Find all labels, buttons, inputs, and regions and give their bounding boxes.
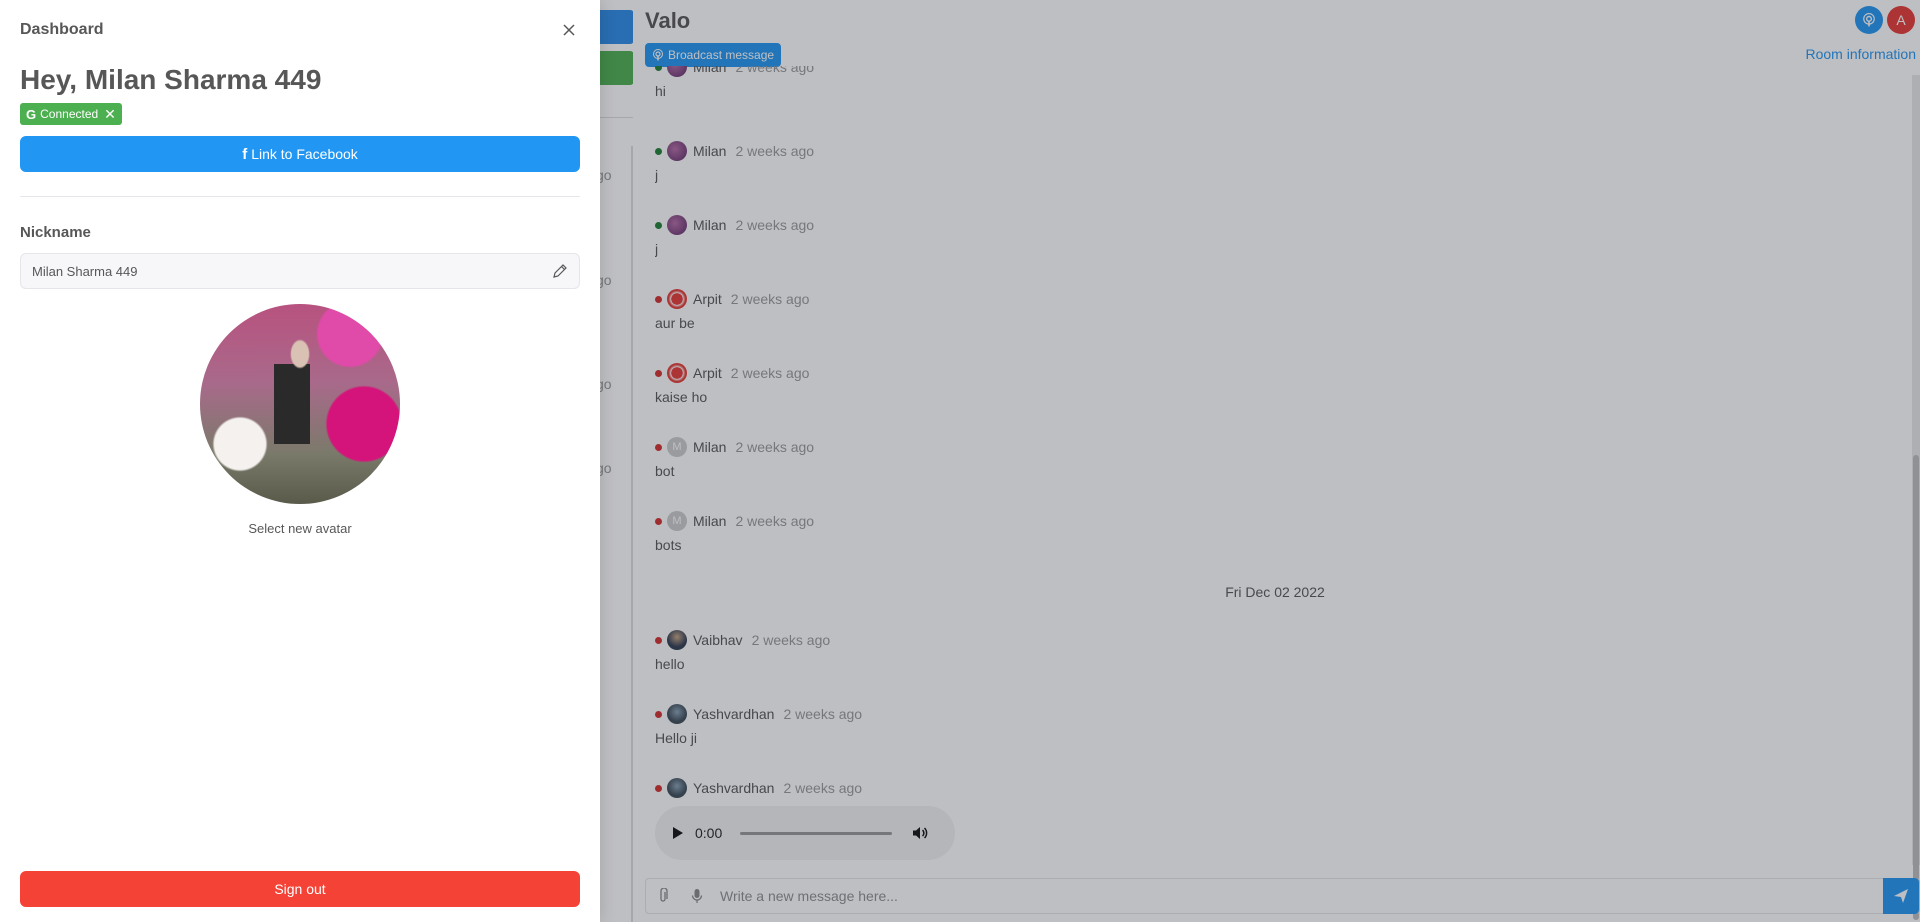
nickname-field[interactable]: Milan Sharma 449: [20, 253, 580, 289]
select-avatar-label[interactable]: Select new avatar: [0, 521, 600, 536]
chat-app: go go go go Valo Broadcast message Room …: [0, 0, 1920, 922]
sign-out-button[interactable]: Sign out: [20, 871, 580, 907]
close-icon[interactable]: [559, 20, 579, 40]
greeting-heading: Hey, Milan Sharma 449: [20, 64, 322, 95]
google-connected-badge: G Connected ✕: [20, 103, 122, 125]
google-icon: G: [26, 106, 37, 122]
edit-icon[interactable]: [552, 263, 568, 279]
divider: [20, 196, 580, 197]
dashboard-drawer: Dashboard Hey, Milan Sharma 449 G Connec…: [0, 0, 600, 922]
profile-avatar[interactable]: [200, 304, 400, 504]
disconnect-icon[interactable]: ✕: [104, 106, 116, 123]
facebook-icon: f: [242, 145, 248, 163]
link-facebook-button[interactable]: f Link to Facebook: [20, 136, 580, 172]
connected-label: Connected: [40, 107, 99, 121]
facebook-button-label: Link to Facebook: [251, 146, 358, 162]
nickname-value: Milan Sharma 449: [32, 263, 138, 279]
nickname-label: Nickname: [20, 224, 91, 241]
drawer-title: Dashboard: [20, 21, 104, 38]
